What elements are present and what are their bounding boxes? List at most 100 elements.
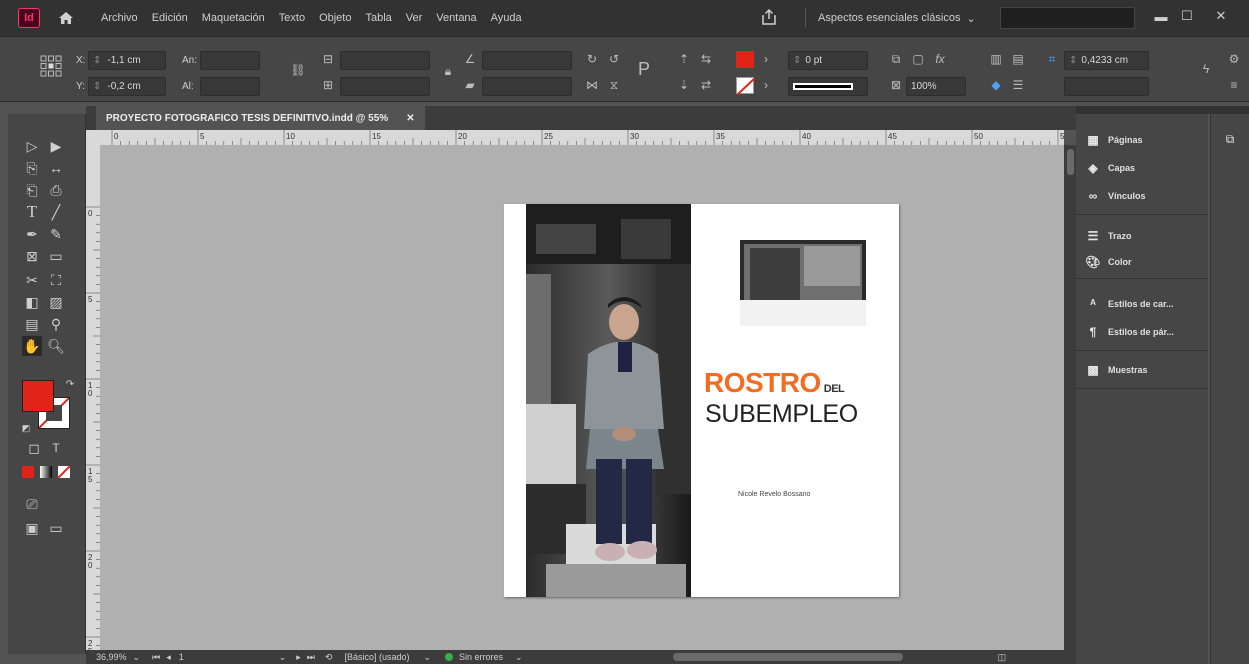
open-document-icon[interactable]: ⟲ — [325, 652, 333, 663]
stroke-dropdown-icon[interactable]: › — [758, 77, 774, 93]
cover-title-line2[interactable]: SUBEMPLEO — [705, 400, 858, 429]
gap-tool-icon[interactable]: ↔ — [46, 158, 66, 178]
constrain-proportions-icon[interactable]: ⛓ — [290, 62, 306, 78]
opacity-field[interactable]: 100% — [906, 77, 966, 96]
direct-selection-tool-icon[interactable]: ▷ — [22, 136, 42, 156]
panel-para-styles[interactable]: ¶ Estilos de pár... — [1086, 322, 1174, 342]
normal-mode-icon[interactable]: ▣ — [22, 518, 42, 538]
default-colors-icon[interactable]: ◩ — [16, 418, 36, 438]
close-tab-icon[interactable]: ✕ — [406, 113, 414, 124]
vertical-ruler[interactable]: 0510152025 — [86, 145, 100, 650]
fill-swatch[interactable] — [736, 51, 754, 68]
panel-menu-icon[interactable]: ≡ — [1226, 77, 1242, 93]
split-view-icon[interactable]: ◫ — [998, 652, 1007, 663]
window-photo[interactable] — [740, 240, 866, 326]
panel-pages[interactable]: ▦ Páginas — [1086, 130, 1142, 150]
menu-edicion[interactable]: Edición — [145, 12, 195, 24]
selection-tool-icon[interactable]: ▶ — [46, 136, 66, 156]
panel-stroke[interactable]: ☰ Trazo — [1086, 226, 1132, 246]
spacing-field[interactable]: ⇕ 0,4233 cm — [1064, 51, 1149, 70]
note-tool-icon[interactable]: ▤ — [22, 314, 42, 334]
line-tool-icon[interactable]: ╱ — [46, 202, 66, 222]
x-field[interactable]: ⇕ -1,1 cm — [88, 51, 166, 70]
horizontal-ruler[interactable]: 0 5 10 15 20 25 30 35 40 45 50 55 — [100, 130, 1064, 145]
horizontal-scrollbar[interactable] — [672, 653, 903, 661]
align-center-icon[interactable]: ▤ — [1010, 51, 1026, 67]
cover-photo[interactable] — [526, 204, 691, 597]
zoom-level[interactable]: 36,99% — [96, 652, 127, 662]
close-icon[interactable]: ✕ — [1210, 6, 1232, 26]
panel-layers[interactable]: ◈ Capas — [1086, 158, 1135, 178]
panel-dock-header[interactable] — [1076, 106, 1249, 114]
free-transform-tool-icon[interactable]: ⛶ — [46, 270, 66, 290]
frame-fitting-icon[interactable]: ⧉ — [888, 51, 904, 67]
settings-icon[interactable]: ⚙ — [1226, 51, 1242, 67]
color-mode-icon[interactable]: ◆ — [988, 77, 1004, 93]
maximize-icon[interactable]: ☐ — [1176, 6, 1198, 26]
effects-icon[interactable]: fx — [932, 51, 948, 67]
apply-none-icon[interactable] — [57, 465, 71, 479]
content-placer-icon[interactable]: ⎙ — [46, 180, 66, 200]
rotate-ccw-icon[interactable]: ↺ — [606, 51, 622, 67]
document-tab[interactable]: PROYECTO FOTOGRAFICO TESIS DEFINITIVO.in… — [96, 106, 425, 130]
eyedropper-tool-icon[interactable]: ⚲ — [46, 314, 66, 334]
fit-frame-icon[interactable]: ▢ — [910, 51, 926, 67]
align-left-icon[interactable]: ▥ — [988, 51, 1004, 67]
export-panel-icon[interactable]: ⧉ — [1223, 132, 1237, 146]
last-page-icon[interactable]: ⏭ — [307, 652, 315, 663]
minimize-icon[interactable]: ▬ — [1150, 6, 1172, 26]
scale-y-field[interactable] — [340, 77, 430, 96]
menu-ventana[interactable]: Ventana — [429, 12, 483, 24]
ruler-origin[interactable] — [86, 130, 100, 145]
quick-apply-icon[interactable]: ϟ — [1198, 61, 1214, 77]
style-dropdown-icon[interactable]: ⌄ — [423, 652, 431, 663]
swap-colors-icon[interactable]: ↷ — [60, 374, 80, 394]
scroll-thumb[interactable] — [1067, 149, 1074, 175]
apply-color-icon[interactable] — [22, 466, 34, 478]
distribute-icon[interactable]: ☰ — [1010, 77, 1026, 93]
rectangle-tool-icon[interactable]: ▭ — [46, 246, 66, 266]
content-collector-icon[interactable]: ⎗ — [22, 180, 42, 200]
menu-maquetacion[interactable]: Maquetación — [195, 12, 272, 24]
page-tool-icon[interactable]: ⎘ — [22, 158, 42, 178]
hand-tool-icon[interactable]: ✋ — [22, 336, 42, 356]
stroke-swatch[interactable] — [736, 77, 756, 96]
share-icon[interactable] — [760, 8, 778, 26]
stroke-type-select[interactable] — [788, 77, 868, 96]
select-container-icon[interactable]: ⇡ — [676, 51, 692, 67]
prev-page-icon[interactable]: ◂ — [166, 652, 171, 663]
cover-title-line1[interactable]: ROSTRO DEL — [704, 367, 845, 399]
workspace-switcher[interactable]: Aspectos esenciales clásicos ⌄ — [805, 8, 976, 28]
menu-objeto[interactable]: Objeto — [312, 12, 358, 24]
next-page-icon[interactable]: ▸ — [296, 652, 301, 663]
gradient-feather-tool-icon[interactable]: ▨ — [46, 292, 66, 312]
stroke-weight-field[interactable]: ⇕ 0 pt — [788, 51, 868, 70]
screen-mode-icon[interactable]: ⎚ — [22, 494, 42, 514]
type-tool-icon[interactable]: T — [22, 202, 42, 222]
rectangle-frame-tool-icon[interactable]: ⊠ — [22, 246, 42, 266]
cover-author[interactable]: Nicole Revelo Bossano — [738, 491, 810, 498]
formatting-container-icon[interactable]: ◻ — [24, 438, 44, 458]
pen-tool-icon[interactable]: ✒ — [22, 224, 42, 244]
rotate-field[interactable] — [482, 51, 572, 70]
width-field[interactable] — [200, 51, 260, 70]
menu-archivo[interactable]: Archivo — [94, 12, 145, 24]
panel-color[interactable]: 🎨︎ Color — [1085, 252, 1131, 272]
search-input[interactable] — [1000, 7, 1135, 29]
pencil-tool-icon[interactable]: ✎ — [46, 224, 66, 244]
zoom-dropdown-icon[interactable]: ⌄ — [133, 652, 141, 663]
panel-swatches[interactable]: ▩ Muestras — [1086, 360, 1147, 380]
reference-point-icon[interactable] — [38, 53, 64, 79]
home-icon[interactable] — [56, 8, 76, 28]
menu-tabla[interactable]: Tabla — [358, 12, 398, 24]
panel-char-styles[interactable]: ᴬ Estilos de car... — [1086, 294, 1173, 314]
flip-vertical-icon[interactable]: ⧖ — [606, 77, 622, 93]
base-style[interactable]: [Básico] (usado) — [344, 652, 409, 662]
zoom-tool-icon[interactable]: 🔍︎ — [46, 336, 66, 356]
select-previous-icon[interactable]: ⇄ — [698, 77, 714, 93]
menu-ayuda[interactable]: Ayuda — [484, 12, 529, 24]
page-dropdown-icon[interactable]: ⌄ — [279, 652, 287, 663]
lock-icon[interactable]: 🔒︎ — [440, 63, 456, 79]
fill-dropdown-icon[interactable]: › — [758, 51, 774, 67]
menu-texto[interactable]: Texto — [272, 12, 312, 24]
